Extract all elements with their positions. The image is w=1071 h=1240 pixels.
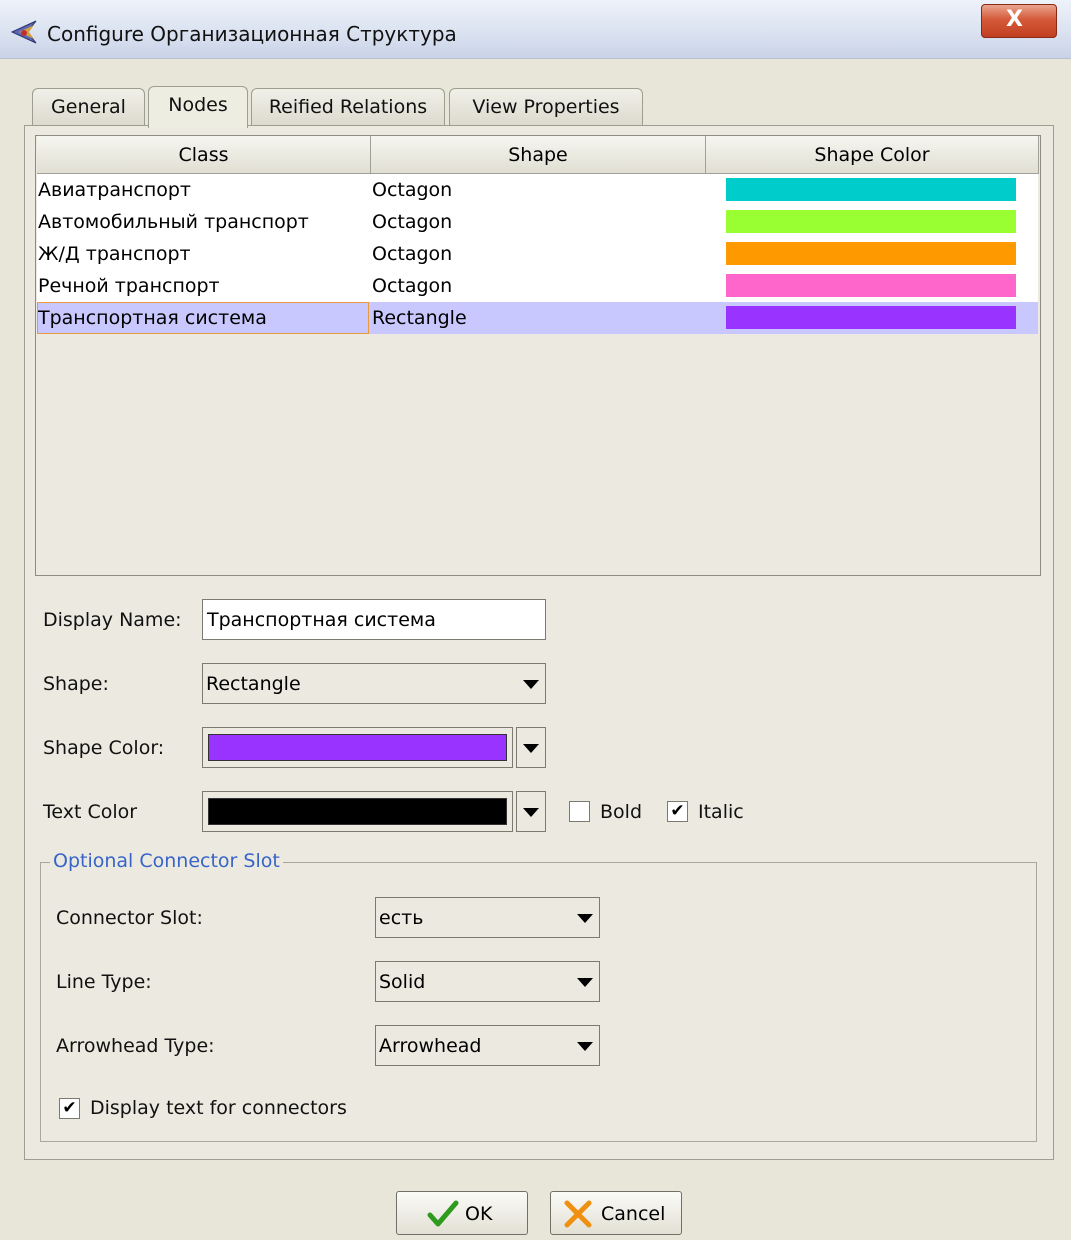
cell-shape-color [726, 242, 1016, 265]
cell-class: Автомобильный транспорт [38, 211, 309, 233]
cell-shape: Octagon [372, 179, 453, 201]
cell-shape: Rectangle [372, 307, 467, 329]
column-header-class[interactable]: Class [37, 136, 371, 174]
connector-slot-label: Connector Slot: [56, 907, 203, 929]
chevron-down-icon [523, 808, 539, 817]
shape-color-field[interactable] [202, 727, 513, 768]
connector-slot-select[interactable]: есть [375, 897, 600, 938]
cell-shape: Octagon [372, 211, 453, 233]
cell-class: Речной транспорт [38, 275, 220, 297]
tab-general[interactable]: General [32, 88, 145, 126]
cell-class: Авиатранспорт [38, 179, 192, 201]
shape-color-dropdown-button[interactable] [516, 727, 546, 768]
italic-checkbox[interactable]: ✔ [667, 801, 688, 822]
text-color-field[interactable] [202, 791, 513, 832]
arrowhead-type-label: Arrowhead Type: [56, 1035, 215, 1057]
cell-shape: Octagon [372, 243, 453, 265]
cell-class: Транспортная система [37, 302, 369, 334]
text-color-dropdown-button[interactable] [516, 791, 546, 832]
arrowhead-type-select[interactable]: Arrowhead [375, 1025, 600, 1066]
text-color-swatch [208, 798, 507, 825]
cell-shape-color [726, 274, 1016, 297]
table-row-selected[interactable]: Транспортная система Rectangle [37, 302, 1038, 334]
shape-select[interactable]: Rectangle [202, 663, 546, 704]
arrowhead-type-value: Arrowhead [379, 1035, 482, 1057]
checkmark-icon [427, 1200, 459, 1227]
chevron-down-icon [577, 978, 593, 987]
line-type-value: Solid [379, 971, 426, 993]
x-icon [564, 1200, 592, 1228]
display-text-connectors-checkbox[interactable]: ✔ [59, 1098, 80, 1119]
close-icon: X [1006, 7, 1023, 32]
table-row[interactable]: Автомобильный транспорт Octagon [37, 206, 1038, 238]
ok-label: OK [465, 1203, 493, 1225]
checkmark-icon: ✔ [62, 1098, 77, 1118]
cell-class: Ж/Д транспорт [38, 243, 191, 265]
column-header-shape-color[interactable]: Shape Color [706, 136, 1039, 174]
title-bar: Configure Организационная Структура X [0, 0, 1071, 59]
connector-slot-value: есть [379, 907, 424, 929]
close-button[interactable]: X [981, 4, 1057, 38]
display-name-label: Display Name: [43, 609, 182, 631]
bold-checkbox[interactable] [569, 801, 590, 822]
shape-select-value: Rectangle [206, 673, 301, 695]
table-row[interactable]: Авиатранспорт Octagon [37, 174, 1038, 206]
shape-color-label: Shape Color: [43, 737, 165, 759]
window-title: Configure Организационная Структура [47, 22, 457, 46]
line-type-select[interactable]: Solid [375, 961, 600, 1002]
tab-nodes[interactable]: Nodes [148, 86, 248, 128]
chevron-down-icon [577, 914, 593, 923]
app-icon [10, 20, 37, 44]
chevron-down-icon [523, 744, 539, 753]
tab-reified-relations[interactable]: Reified Relations [251, 88, 445, 126]
tab-view-properties[interactable]: View Properties [449, 88, 643, 126]
shape-label: Shape: [43, 673, 109, 695]
column-header-shape[interactable]: Shape [371, 136, 706, 174]
ok-button[interactable]: OK [396, 1191, 528, 1235]
shape-color-swatch [208, 734, 507, 761]
checkmark-icon: ✔ [670, 801, 685, 821]
cancel-label: Cancel [601, 1203, 666, 1225]
chevron-down-icon [523, 680, 539, 689]
table-row[interactable]: Ж/Д транспорт Octagon [37, 238, 1038, 270]
cell-shape: Octagon [372, 275, 453, 297]
display-name-field[interactable]: Транспортная система [202, 599, 546, 640]
cancel-button[interactable]: Cancel [550, 1191, 682, 1235]
table-row[interactable]: Речной транспорт Octagon [37, 270, 1038, 302]
cell-shape-color [726, 178, 1016, 201]
text-color-label: Text Color [43, 801, 138, 823]
italic-label: Italic [698, 801, 744, 823]
chevron-down-icon [577, 1042, 593, 1051]
line-type-label: Line Type: [56, 971, 152, 993]
bold-label: Bold [600, 801, 642, 823]
cell-shape-color [726, 210, 1016, 233]
cell-shape-color [726, 306, 1016, 329]
connector-slot-group-title: Optional Connector Slot [50, 850, 283, 872]
display-text-connectors-label: Display text for connectors [90, 1097, 347, 1119]
